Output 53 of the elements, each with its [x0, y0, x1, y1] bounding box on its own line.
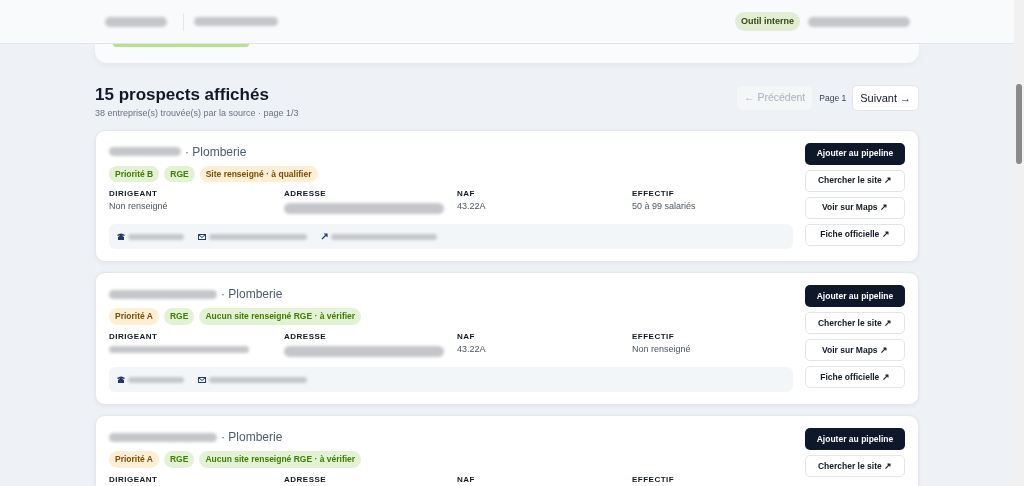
- link-button[interactable]: Chercher le site ↗: [805, 312, 905, 335]
- arrow-icon: [321, 233, 328, 241]
- field-label: DIRIGEANT: [109, 188, 159, 201]
- field-label: NAF: [457, 473, 476, 486]
- field-label: NAF: [457, 331, 476, 343]
- field-value: Non renseigné: [632, 343, 692, 356]
- tag: Site renseigné · à qualifier: [199, 165, 318, 183]
- status-tag: Outil interne: [735, 11, 800, 32]
- field-label: DIRIGEANT: [109, 473, 159, 486]
- field-value: 43.22A: [457, 343, 487, 356]
- link-button[interactable]: Voir sur Maps ↗: [805, 196, 905, 219]
- page-indicator: Page 1: [819, 91, 847, 105]
- add-to-pipeline-button[interactable]: Ajouter au pipeline: [805, 428, 905, 450]
- tag: RGE: [163, 451, 195, 468]
- field-label: EFFECTIF: [632, 188, 676, 201]
- field-value: 43.22A: [457, 200, 487, 214]
- category-label: · Plomberie: [185, 143, 247, 161]
- envelope-icon: [198, 233, 206, 240]
- field-label: EFFECTIF: [632, 473, 676, 486]
- tag: Aucun site renseigné RGE · à vérifier: [199, 451, 362, 468]
- field-label: ADRESSE: [284, 331, 328, 343]
- category-label: · Plomberie: [221, 429, 283, 446]
- field-value: Non renseigné: [109, 200, 169, 214]
- category-label: · Plomberie: [221, 286, 283, 304]
- next-button[interactable]: Suivant →: [852, 85, 919, 111]
- link-button[interactable]: Chercher le site ↗: [805, 455, 905, 477]
- link-button[interactable]: Fiche officielle ↗: [805, 223, 905, 246]
- field-value: 50 à 99 salariés: [632, 200, 697, 214]
- link-button[interactable]: Fiche officielle ↗: [805, 366, 905, 389]
- tag: RGE: [163, 308, 195, 325]
- tag: Priorité A: [109, 308, 159, 325]
- field-label: NAF: [457, 188, 476, 201]
- field-label: ADRESSE: [284, 473, 328, 486]
- blurred-text: [105, 16, 167, 27]
- blurred-text: [109, 147, 181, 156]
- results-subtitle: 38 entreprise(s) trouvée(s) par la source · page 1/3: [95, 107, 299, 120]
- tag: Priorité B: [109, 165, 160, 183]
- link-button[interactable]: Chercher le site ↗: [805, 169, 905, 192]
- link-button[interactable]: Voir sur Maps ↗: [805, 339, 905, 362]
- tag: Priorité A: [109, 451, 159, 468]
- envelope-icon: [198, 376, 206, 383]
- blurred-text: [128, 233, 184, 240]
- add-to-pipeline-button[interactable]: Ajouter au pipeline: [805, 285, 905, 308]
- field-label: ADRESSE: [284, 188, 328, 201]
- results-title: 15 prospects affichés: [95, 84, 270, 106]
- blurred-text: [128, 376, 184, 383]
- tag: Aucun site renseigné RGE · à vérifier: [199, 308, 362, 325]
- field-label: EFFECTIF: [632, 331, 676, 343]
- tag: RGE: [164, 165, 195, 183]
- field-label: DIRIGEANT: [109, 331, 159, 343]
- phone-icon: [117, 376, 125, 383]
- phone-icon: [117, 233, 125, 241]
- add-to-pipeline-button[interactable]: Ajouter au pipeline: [805, 142, 905, 165]
